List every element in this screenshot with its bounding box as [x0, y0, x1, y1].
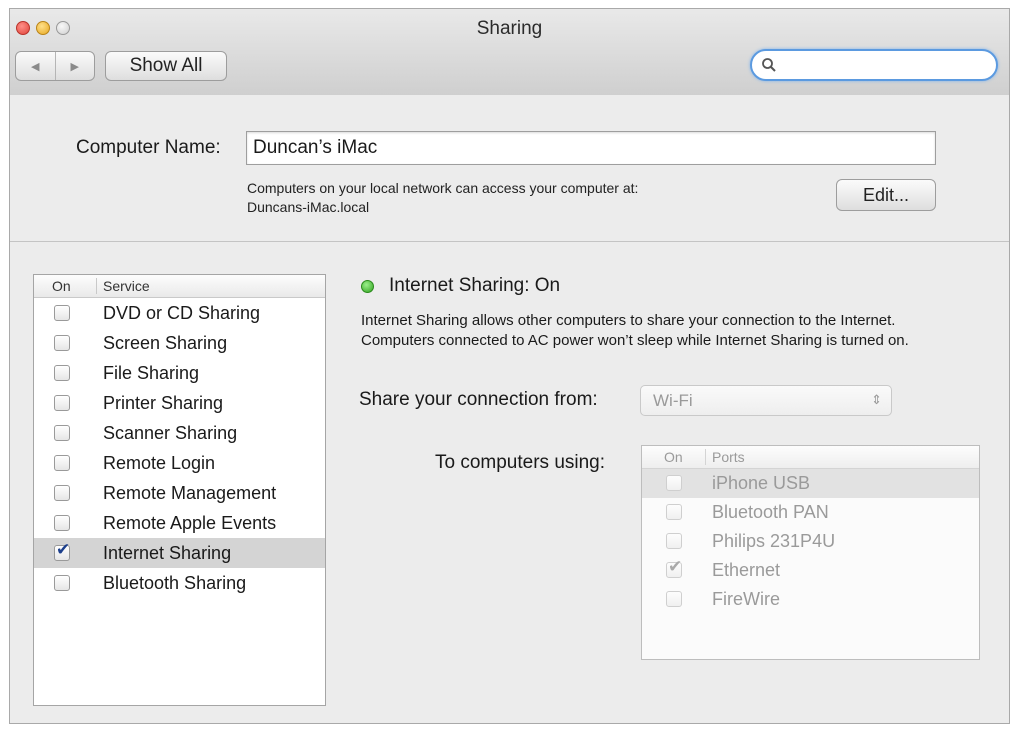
service-row[interactable]: DVD or CD Sharing [34, 298, 325, 328]
port-row[interactable]: FireWire [642, 585, 979, 614]
service-label: Screen Sharing [103, 333, 228, 353]
service-description: Internet Sharing allows other computers … [361, 312, 909, 349]
network-access-text: Computers on your local network can acce… [247, 179, 638, 217]
service-checkbox[interactable] [54, 365, 70, 381]
show-all-button[interactable]: Show All [105, 51, 227, 81]
share-from-value: Wi-Fi [653, 391, 693, 410]
service-label: Bluetooth Sharing [103, 573, 247, 593]
service-label: File Sharing [103, 363, 200, 383]
port-label: Bluetooth PAN [712, 502, 829, 522]
port-rows: iPhone USB Bluetooth PAN Philips 231P4U ✔ Et… [642, 469, 979, 614]
port-label: Philips 231P4U [712, 531, 836, 551]
service-row[interactable]: Bluetooth Sharing [34, 568, 325, 598]
search-icon [762, 58, 776, 72]
forward-button[interactable]: ▶ [54, 52, 95, 80]
port-row[interactable]: Bluetooth PAN [642, 498, 979, 527]
computer-name-field[interactable] [246, 131, 936, 165]
to-computers-label: To computers using: [435, 452, 606, 473]
back-button[interactable]: ◀ [16, 52, 55, 80]
computer-name-section: Computer Name: Computers on your local n… [10, 95, 1009, 242]
service-checkbox[interactable] [54, 305, 70, 321]
status-indicator-icon [361, 280, 374, 293]
back-forward-control: ◀ ▶ [15, 51, 95, 81]
service-label: Remote Login [103, 453, 216, 473]
share-from-label: Share your connection from: [359, 389, 598, 410]
port-row[interactable]: iPhone USB [642, 469, 979, 498]
header-on: On [52, 278, 71, 294]
checkmark-icon: ✔ [668, 557, 683, 576]
service-label: Printer Sharing [103, 393, 224, 413]
service-checkbox[interactable]: ✔ [54, 541, 70, 561]
service-checkbox[interactable] [54, 575, 70, 591]
service-checkbox[interactable] [54, 515, 70, 531]
service-list: On Service DVD or CD Sharing Screen Shari… [33, 274, 326, 706]
service-row[interactable]: Remote Apple Events [34, 508, 325, 538]
service-rows: DVD or CD Sharing Screen Sharing File Shar… [34, 298, 325, 598]
checkmark-icon: ✔ [56, 540, 71, 559]
service-label: Remote Management [103, 483, 277, 503]
search-field[interactable] [750, 49, 998, 81]
access-description: Computers on your local network can acce… [247, 180, 639, 196]
port-checkbox[interactable]: ✔ [666, 558, 682, 578]
service-checkbox[interactable] [54, 335, 70, 351]
popup-arrows-icon: ⇕ [871, 392, 882, 407]
service-checkbox[interactable] [54, 425, 70, 441]
local-hostname: Duncans-iMac.local [247, 199, 370, 215]
service-row[interactable]: Printer Sharing [34, 388, 325, 418]
header-service: Service [96, 278, 150, 294]
service-label: DVD or CD Sharing [103, 303, 261, 323]
service-row[interactable]: File Sharing [34, 358, 325, 388]
port-label: FireWire [712, 589, 780, 609]
service-label: Internet Sharing [103, 543, 232, 563]
edit-button[interactable]: Edit... [836, 179, 936, 211]
port-checkbox[interactable] [666, 504, 682, 520]
ports-list-header: On Ports [642, 446, 979, 469]
sharing-window: Sharing ◀ ▶ Show All Computer Name: Comp… [9, 8, 1010, 724]
computer-name-label: Computer Name: [76, 137, 221, 158]
service-row[interactable]: ✔ Internet Sharing [34, 538, 325, 568]
search-input[interactable] [782, 54, 986, 76]
port-label: iPhone USB [712, 473, 811, 493]
port-checkbox[interactable] [666, 591, 682, 607]
service-row[interactable]: Scanner Sharing [34, 418, 325, 448]
ports-list: On Ports iPhone USB Bluetooth PAN Philips … [641, 445, 980, 660]
port-row[interactable]: Philips 231P4U [642, 527, 979, 556]
port-label: Ethernet [712, 560, 781, 580]
service-checkbox[interactable] [54, 485, 70, 501]
service-status: Internet Sharing: On [389, 275, 561, 296]
service-list-header: On Service [34, 275, 325, 298]
computer-name-input[interactable] [247, 132, 935, 164]
service-checkbox[interactable] [54, 455, 70, 471]
port-checkbox[interactable] [666, 475, 682, 491]
service-checkbox[interactable] [54, 395, 70, 411]
share-from-popup[interactable]: Wi-Fi ⇕ [640, 385, 892, 416]
service-label: Remote Apple Events [103, 513, 277, 533]
port-checkbox[interactable] [666, 533, 682, 549]
service-row[interactable]: Remote Login [34, 448, 325, 478]
title-bar: Sharing ◀ ▶ Show All [10, 9, 1009, 96]
service-row[interactable]: Remote Management [34, 478, 325, 508]
window-title: Sharing [476, 18, 543, 39]
ports-header-on: On [664, 449, 683, 465]
service-label: Scanner Sharing [103, 423, 238, 443]
port-row[interactable]: ✔ Ethernet [642, 556, 979, 585]
ports-header-ports: Ports [705, 449, 745, 465]
service-row[interactable]: Screen Sharing [34, 328, 325, 358]
